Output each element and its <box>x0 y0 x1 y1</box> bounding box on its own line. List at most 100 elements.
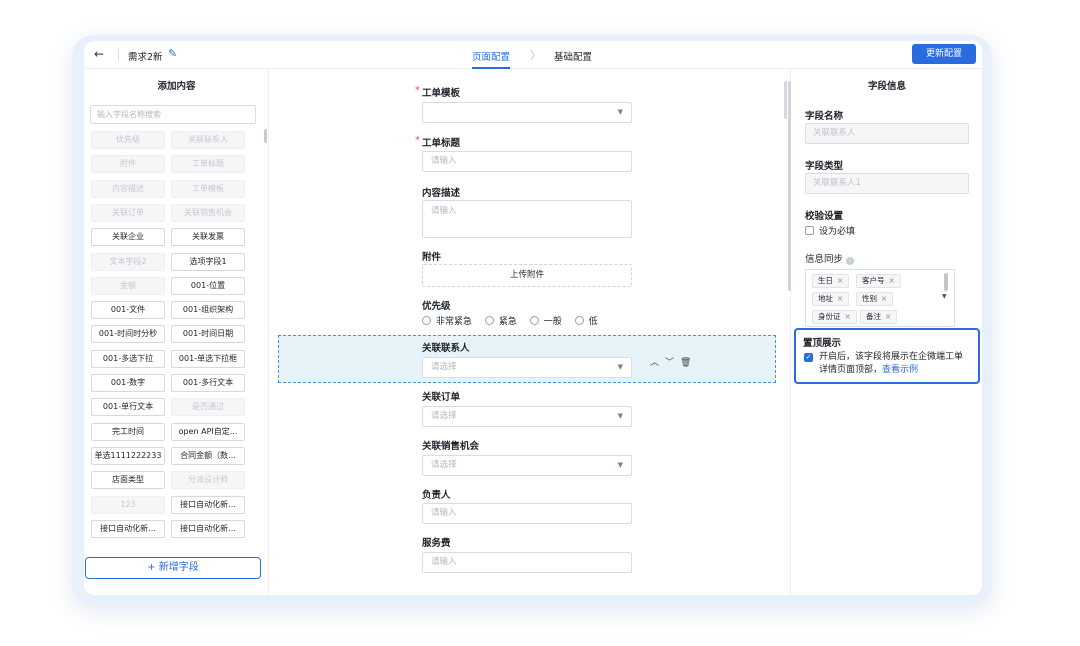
priority-radio-option[interactable]: 低 <box>574 314 598 327</box>
close-icon[interactable]: × <box>889 276 895 285</box>
order-select[interactable]: 请选择 ▼ <box>422 406 632 427</box>
caret-down-icon: ▼ <box>617 461 623 469</box>
field-controls: ︿ ﹀ 🗑 <box>650 355 697 368</box>
priority-radio-option[interactable]: 紧急 <box>484 314 517 327</box>
desc-label: 内容描述 <box>422 188 461 199</box>
right-panel: 字段信息 字段名称 关联联系人 字段类型 关联联系人1 校验设置 设为必填 信息… <box>788 69 982 595</box>
field-chip[interactable]: 接口自动化新... <box>91 519 165 538</box>
page-title: 需求2新 <box>128 52 163 63</box>
field-chip: 内容描述 <box>91 179 165 198</box>
field-chip[interactable]: 接口自动化新... <box>171 519 245 538</box>
field-chip[interactable]: 关联企业 <box>91 228 165 247</box>
field-chip: 工单标题 <box>171 155 245 174</box>
tag-scrollbar[interactable] <box>944 273 948 291</box>
owner-input[interactable]: 请输入 <box>422 503 632 524</box>
contact-label: 关联联系人 <box>422 343 470 354</box>
form-canvas: * 工单模板 ▼ * 工单标题 请输入 内容描述 请输入 附件 上传附件 优先级 非… <box>270 69 790 595</box>
pin-title: 置顶展示 <box>803 338 842 349</box>
desc-textarea[interactable]: 请输入 <box>422 200 632 238</box>
field-chip[interactable]: 001-时间日期 <box>171 325 245 344</box>
center-scrollbar[interactable] <box>784 81 787 119</box>
field-chip[interactable]: 店面类型 <box>91 471 165 490</box>
field-chip: 金额 <box>91 276 165 295</box>
move-down-icon[interactable]: ﹀ <box>665 358 674 368</box>
caret-down-icon: ▼ <box>617 363 623 371</box>
close-icon[interactable]: × <box>881 294 887 303</box>
tab-basic-config[interactable]: 基础配置 <box>554 49 592 63</box>
field-chip[interactable]: 合同金额（数... <box>171 446 245 465</box>
close-icon[interactable]: × <box>845 312 851 321</box>
priority-radio-option[interactable]: 非常紧急 <box>422 314 472 327</box>
field-chip[interactable]: 001-位置 <box>171 276 245 295</box>
field-chip[interactable]: 完工时间 <box>91 422 165 441</box>
sync-label: 信息同步 i <box>805 251 855 265</box>
field-name-label: 字段名称 <box>805 111 844 122</box>
back-arrow-icon[interactable]: ← <box>94 47 104 61</box>
close-icon[interactable]: × <box>837 276 843 285</box>
top-bar: ← 需求2新 ✎ 页面配置 〉 基础配置 更新配置 <box>84 41 982 69</box>
field-chip[interactable]: 001-数字 <box>91 374 165 392</box>
field-chip: 关联销售机会 <box>171 203 245 222</box>
field-chip[interactable]: 001-多行文本 <box>171 374 245 392</box>
right-panel-title: 字段信息 <box>867 81 906 92</box>
opportunity-select[interactable]: 请选择 ▼ <box>422 455 632 476</box>
view-example-link[interactable]: 查看示例 <box>882 365 918 375</box>
divider <box>118 49 119 61</box>
caret-down-icon: ▼ <box>617 412 623 420</box>
field-search-input[interactable]: 输入字段名称搜索 <box>90 105 256 124</box>
edit-pencil-icon[interactable]: ✎ <box>168 47 177 60</box>
left-panel: 添加内容 输入字段名称搜索 优先级 关联联系人 附件 工单标题 内容描述 工单模板 关联订单… <box>84 69 269 595</box>
close-icon[interactable]: × <box>885 312 891 321</box>
right-scrollbar[interactable] <box>788 81 791 291</box>
delete-icon[interactable]: 🗑 <box>680 358 691 368</box>
tab-page-config[interactable]: 页面配置 <box>472 49 511 69</box>
field-chip: 文本字段2 <box>91 252 165 271</box>
field-chip[interactable]: 001-单行文本 <box>91 398 165 417</box>
field-chip[interactable]: 接口自动化新... <box>171 495 245 514</box>
order-label: 关联订单 <box>422 392 461 403</box>
owner-label: 负责人 <box>422 490 451 501</box>
field-chip[interactable]: 单选1111222233 <box>91 446 165 465</box>
close-icon[interactable]: × <box>837 294 843 303</box>
sync-tag-select[interactable]: 生日 × 客户号 × 地址 × 性别 × 身份证 × 备注 × <box>805 269 955 327</box>
fee-input[interactable]: 请输入 <box>422 552 632 573</box>
left-scrollbar[interactable] <box>264 129 267 143</box>
validate-label: 校验设置 <box>805 211 844 222</box>
template-select[interactable]: ▼ <box>422 102 632 123</box>
title-input[interactable]: 请输入 <box>422 151 632 172</box>
sync-tag: 备注 × <box>860 310 898 324</box>
field-chip: 优先级 <box>91 131 165 149</box>
fee-label: 服务费 <box>422 538 451 549</box>
field-chip[interactable]: 001-组织架构 <box>171 301 245 320</box>
move-up-icon[interactable]: ︿ <box>650 358 659 368</box>
required-checkbox[interactable]: 设为必填 <box>805 224 855 237</box>
info-icon[interactable]: i <box>846 257 855 265</box>
update-config-button[interactable]: 更新配置 <box>912 44 976 64</box>
field-type-input[interactable]: 关联联系人1 <box>805 173 969 194</box>
caret-down-icon[interactable]: ▼ <box>942 293 947 300</box>
chevron-right-icon: 〉 <box>530 49 541 62</box>
field-chip[interactable]: 选项字段1 <box>171 252 245 271</box>
field-chip: 工单模板 <box>171 179 245 198</box>
field-chip[interactable]: 001-多选下拉 <box>91 349 165 368</box>
pin-description: 开启后，该字段将展示在企微端工单详情页面顶部，查看示例 <box>819 352 964 375</box>
sync-tag: 性别 × <box>856 292 894 306</box>
field-type-label: 字段类型 <box>805 161 844 172</box>
field-chip[interactable]: open API自定... <box>171 422 245 441</box>
field-chip: 是否通过 <box>171 398 245 417</box>
template-label: * 工单模板 <box>415 85 461 99</box>
field-chip[interactable]: 001-单选下拉框 <box>171 349 245 368</box>
field-chip: 关联订单 <box>91 203 165 222</box>
field-chip[interactable]: 关联发票 <box>171 228 245 247</box>
field-name-input[interactable]: 关联联系人 <box>805 123 969 144</box>
field-chip[interactable]: 001-文件 <box>91 301 165 320</box>
title-label: * 工单标题 <box>415 135 461 149</box>
field-chip[interactable]: 001-时间时分秒 <box>91 325 165 344</box>
contact-select[interactable]: 请选择 ▼ <box>422 357 632 378</box>
pin-checkbox[interactable]: ✓ <box>804 353 813 362</box>
upload-attachment-button[interactable]: 上传附件 <box>422 264 632 287</box>
add-field-button[interactable]: + 新增字段 <box>85 557 261 579</box>
priority-radio-option[interactable]: 一般 <box>529 314 562 327</box>
field-chip: 附件 <box>91 155 165 174</box>
app-window: ← 需求2新 ✎ 页面配置 〉 基础配置 更新配置 添加内容 输入字段名称搜索 … <box>84 41 982 595</box>
